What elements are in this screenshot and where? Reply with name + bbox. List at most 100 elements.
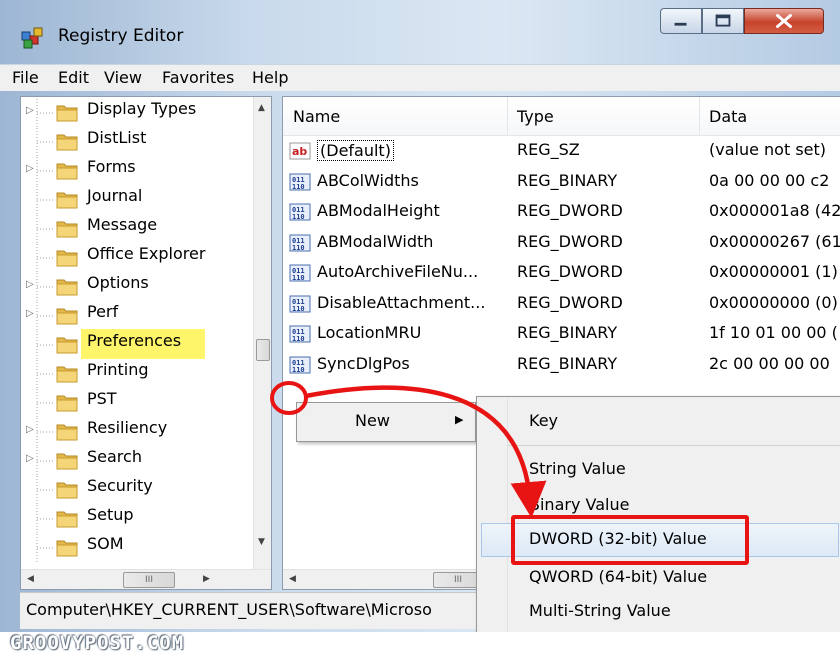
- binary-value-icon: 011 110: [289, 202, 311, 222]
- value-data: 2c 00 00 00 00: [709, 353, 830, 373]
- submenu-item-multi-string-value[interactable]: Multi-String Value: [477, 595, 840, 629]
- folder-icon: [55, 304, 79, 325]
- value-name: ABModalHeight: [317, 201, 440, 220]
- column-separator[interactable]: [507, 97, 508, 135]
- key-tree-pane: ▷ Display Types DistList ▷ Forms Journal Messa…: [20, 96, 272, 590]
- column-data[interactable]: Data: [709, 107, 747, 126]
- tree-item-label: Options: [87, 273, 149, 292]
- binary-value-icon: 011 110: [289, 324, 311, 344]
- folder-icon: [55, 101, 79, 122]
- submenu-arrow-icon: ▶: [455, 413, 464, 426]
- value-row[interactable]: 011 110 ABModalWidth REG_DWORD 0x00000267 (6…: [283, 229, 840, 258]
- context-menu-item-new[interactable]: New ▶: [297, 403, 475, 441]
- column-type[interactable]: Type: [517, 107, 554, 126]
- folder-icon: [55, 362, 79, 383]
- tree-connector: [36, 476, 53, 504]
- column-name[interactable]: Name: [293, 107, 340, 126]
- close-button[interactable]: [744, 8, 824, 34]
- binary-value-label: Binary Value: [529, 495, 630, 514]
- submenu-item-qword-value[interactable]: QWORD (64-bit) Value: [477, 561, 840, 595]
- tree-horizontal-scrollbar[interactable]: ◀ III ▶: [21, 569, 271, 589]
- tree-item[interactable]: Journal: [21, 186, 253, 214]
- value-row[interactable]: 011 110 SyncDlgPos REG_BINARY 2c 00 00 00 00: [283, 351, 840, 380]
- tree-connector: [36, 273, 53, 301]
- tree-scroll-thumb[interactable]: [256, 339, 270, 361]
- menu-edit[interactable]: Edit: [58, 68, 89, 87]
- tree-connector: [36, 302, 53, 330]
- menu-separator: [507, 445, 840, 446]
- tree-connector: [36, 360, 53, 388]
- value-data: 0x00000000 (0): [709, 292, 838, 312]
- tree-connector: [36, 215, 53, 243]
- menu-view[interactable]: View: [104, 68, 142, 87]
- submenu-item-key[interactable]: Key: [477, 405, 840, 439]
- tree-item-label: Journal: [87, 186, 143, 205]
- svg-text:110: 110: [292, 274, 305, 282]
- tree-item-label: PST: [87, 389, 117, 408]
- tree-item[interactable]: PST: [21, 389, 253, 417]
- string-value-label: String Value: [529, 459, 626, 478]
- value-row[interactable]: ab (Default) REG_SZ (value not set): [283, 137, 840, 166]
- tree-item[interactable]: Office Explorer: [21, 244, 253, 272]
- tree-item[interactable]: Printing: [21, 360, 253, 388]
- tree-item-label: Setup: [87, 505, 134, 524]
- value-type: REG_DWORD: [517, 201, 623, 220]
- tree-item[interactable]: ▷ Display Types: [21, 99, 253, 127]
- hscroll-grip: III: [454, 575, 462, 585]
- value-data: 1f 10 01 00 00 (: [709, 323, 838, 342]
- tree-item[interactable]: DistList: [21, 128, 253, 156]
- tree-item-label: Resiliency: [87, 418, 168, 437]
- column-header: Name Type Data: [283, 97, 840, 136]
- binary-value-icon: 011 110: [289, 233, 311, 253]
- tree-item[interactable]: ▷ Resiliency: [21, 418, 253, 446]
- tree-item-label: SOM: [87, 534, 124, 553]
- value-row[interactable]: 011 110 AutoArchiveFileNu... REG_DWORD 0x000…: [283, 259, 840, 288]
- tree-item-label: Office Explorer: [87, 244, 206, 263]
- tree-item[interactable]: ▷ Perf: [21, 302, 253, 330]
- value-name: LocationMRU: [317, 323, 422, 342]
- tree-connector: [36, 447, 53, 475]
- maximize-button[interactable]: [702, 8, 744, 34]
- tree-item[interactable]: SOM: [21, 534, 253, 562]
- menu-help[interactable]: Help: [252, 68, 288, 87]
- menu-file[interactable]: File: [12, 68, 39, 87]
- tree-connector: [36, 99, 53, 127]
- scroll-right-arrow-icon[interactable]: ▶: [203, 574, 210, 584]
- value-name: SyncDlgPos: [317, 353, 410, 373]
- binary-value-icon: 011 110: [289, 172, 311, 192]
- submenu-item-string-value[interactable]: String Value: [477, 453, 840, 487]
- tree-item[interactable]: ▷ Search: [21, 447, 253, 475]
- svg-text:110: 110: [292, 213, 305, 221]
- folder-icon: [55, 246, 79, 267]
- tree-item-label: Perf: [87, 302, 119, 321]
- minimize-button[interactable]: [660, 8, 702, 34]
- tree-item[interactable]: Preferences: [21, 331, 253, 359]
- svg-text:110: 110: [292, 183, 305, 191]
- scroll-left-arrow-icon[interactable]: ◀: [289, 574, 296, 584]
- value-row[interactable]: 011 110 LocationMRU REG_BINARY 1f 10 01 00 0…: [283, 320, 840, 349]
- string-value-icon: ab: [289, 141, 311, 161]
- tree-item[interactable]: Security: [21, 476, 253, 504]
- tree-item[interactable]: Setup: [21, 505, 253, 533]
- scroll-left-arrow-icon[interactable]: ◀: [27, 574, 34, 584]
- menu-favorites[interactable]: Favorites: [162, 68, 234, 87]
- binary-value-icon: 011 110: [289, 294, 311, 314]
- scroll-up-arrow-icon[interactable]: ▲: [258, 103, 265, 113]
- tree-item[interactable]: ▷ Options: [21, 273, 253, 301]
- tree-item[interactable]: ▷ Forms: [21, 157, 253, 185]
- value-row[interactable]: 011 110 DisableAttachment... REG_DWORD 0x000…: [283, 290, 840, 319]
- value-row[interactable]: 011 110 ABModalHeight REG_DWORD 0x000001a8 (…: [283, 198, 840, 227]
- folder-icon: [55, 217, 79, 238]
- multi-string-value-label: Multi-String Value: [529, 601, 671, 620]
- tree-connector: [36, 505, 53, 533]
- tree-item[interactable]: Message: [21, 215, 253, 243]
- tree-connector: [36, 244, 53, 272]
- tree-vertical-scrollbar[interactable]: ▲ ▼: [253, 97, 271, 569]
- column-separator[interactable]: [699, 97, 700, 135]
- tree-item-label: Search: [87, 447, 142, 466]
- value-type: REG_BINARY: [517, 323, 618, 342]
- tree-hscroll-thumb[interactable]: III: [123, 572, 175, 588]
- value-row[interactable]: 011 110 ABColWidths REG_BINARY 0a 00 00 00 c…: [283, 168, 840, 197]
- tree-item-label: DistList: [87, 128, 147, 147]
- scroll-down-arrow-icon[interactable]: ▼: [258, 537, 265, 547]
